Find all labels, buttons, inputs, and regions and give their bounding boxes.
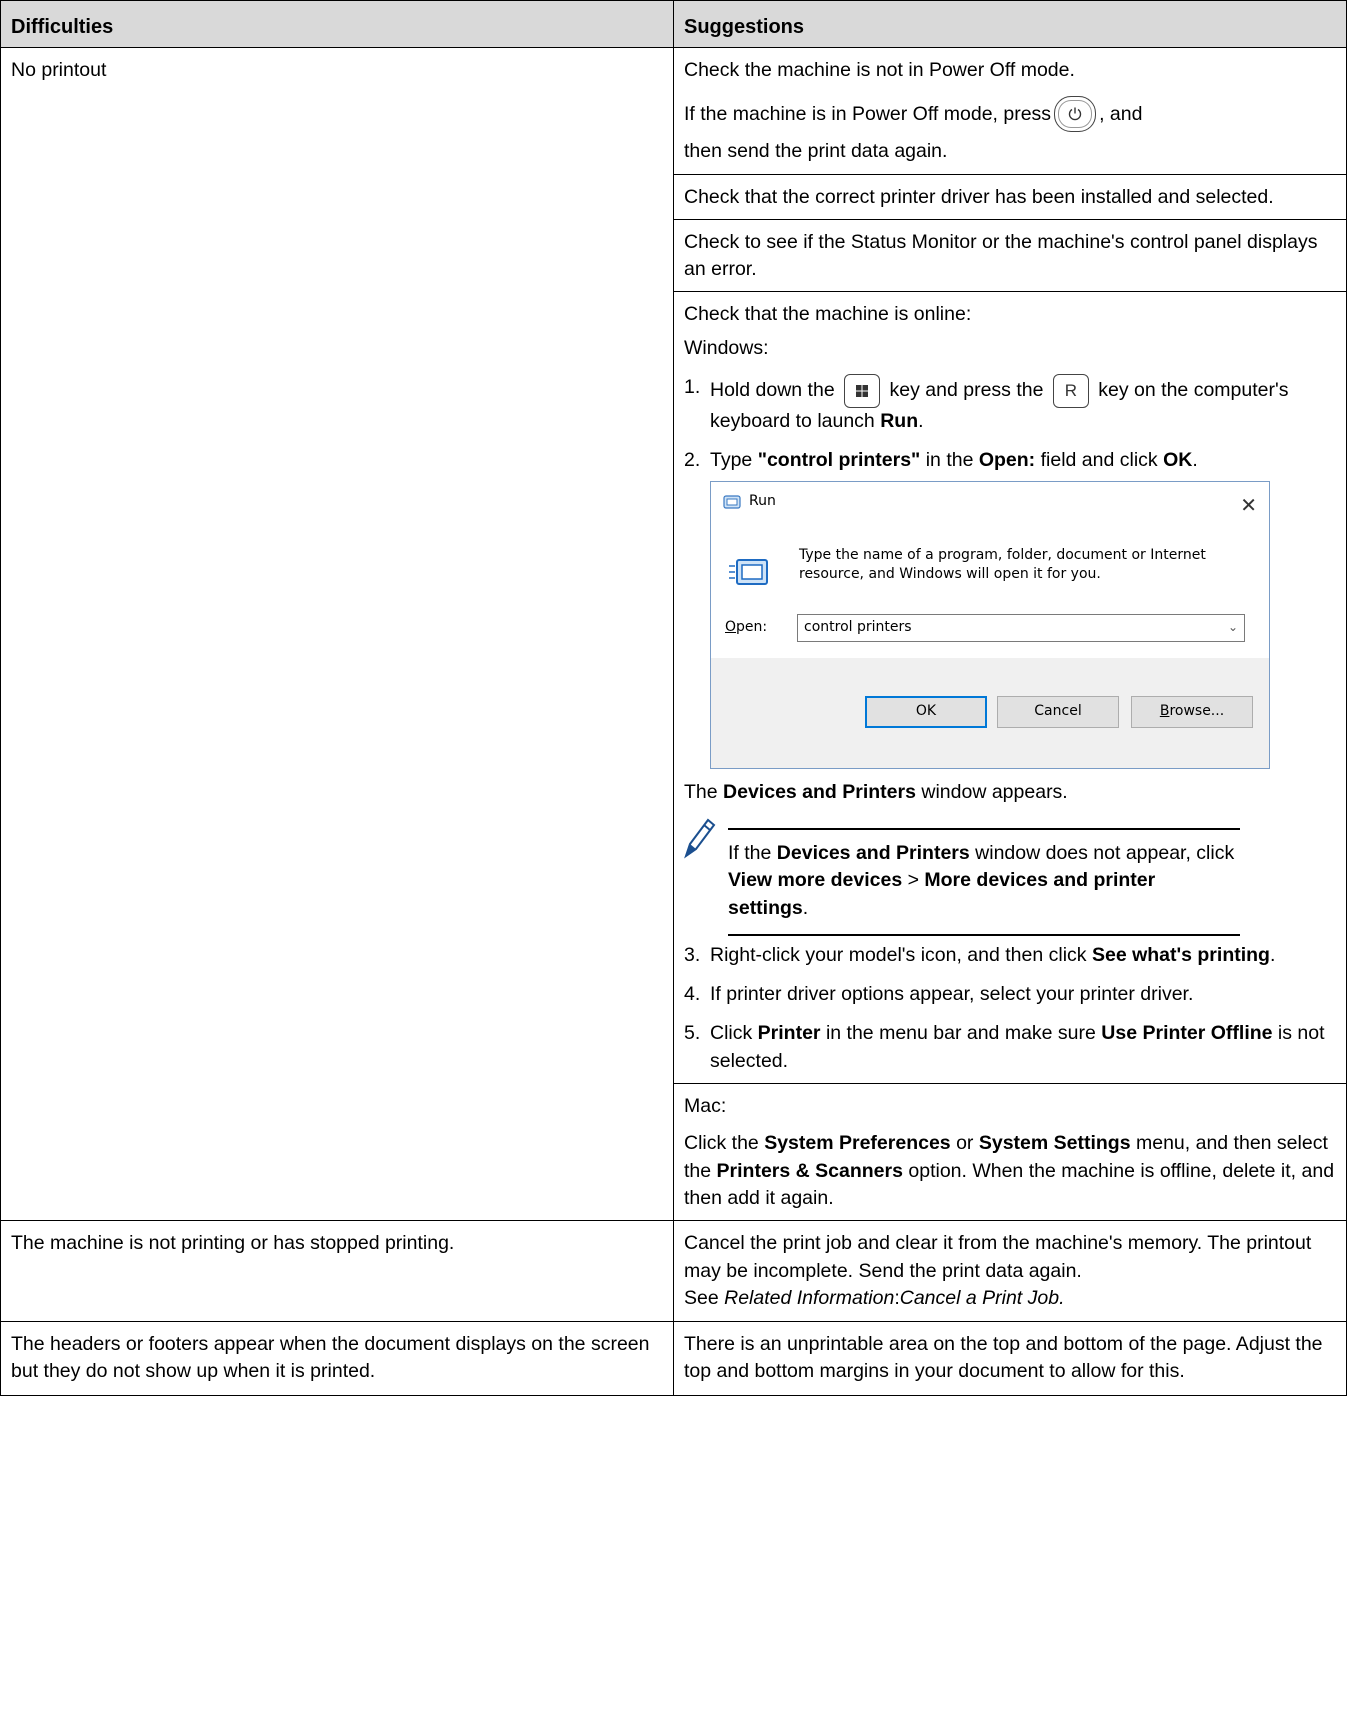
- table-row: The machine is not printing or has stopp…: [0, 1220, 1347, 1323]
- after-run-text: The Devices and Printers window appears.: [684, 780, 1068, 803]
- suggestion-text: Check the machine is not in Power Off mo…: [684, 59, 1075, 81]
- table-row: The headers or footers appear when the d…: [0, 1321, 1347, 1396]
- troubleshooting-table: Difficulties Suggestions No printout Che…: [0, 0, 1347, 1396]
- list-item: 1. Hold down the key and press the R key…: [684, 374, 1289, 433]
- suggestion-cell: Cancel the print job and clear it from t…: [673, 1220, 1347, 1323]
- suggestion-text: then send the print data again.: [684, 140, 948, 163]
- related-link[interactable]: Cancel a Print Job.: [900, 1287, 1065, 1309]
- difficulty-cell: The headers or footers appear when the d…: [0, 1321, 674, 1396]
- mac-instructions: Click the System Preferences or System S…: [684, 1132, 1335, 1209]
- windows-key-icon: [844, 374, 881, 409]
- list-item: 3. Right-click your model's icon, and th…: [684, 943, 1276, 966]
- open-label: Open:: [725, 618, 768, 635]
- suggestions-cell: Check the machine is not in Power Off mo…: [673, 46, 1347, 1222]
- list-item: 5. Click Printer in the menu bar and mak…: [684, 1022, 1325, 1072]
- power-button-icon: [1054, 96, 1097, 133]
- suggestion-status-monitor: Check to see if the Status Monitor or th…: [674, 220, 1346, 293]
- header-difficulties: Difficulties: [0, 0, 674, 48]
- open-field-value[interactable]: control printers: [804, 618, 912, 638]
- difficulty-cell: No printout: [0, 46, 674, 1222]
- header-suggestions: Suggestions: [673, 0, 1347, 48]
- run-dialog-title: Run: [749, 492, 776, 509]
- table-row: No printout Check the machine is not in …: [0, 46, 1347, 1222]
- related-info: See Related Information:Cancel a Print J…: [684, 1286, 1065, 1309]
- run-dialog-screenshot: Run ✕ Type the name of a program, folder: [710, 480, 1270, 769]
- cancel-button[interactable]: Cancel: [997, 695, 1119, 728]
- chevron-down-icon[interactable]: ⌄: [1228, 619, 1238, 636]
- run-dialog-footer: OK Cancel Browse...: [711, 657, 1269, 768]
- difficulty-cell: The machine is not printing or has stopp…: [0, 1220, 674, 1323]
- open-row: Open: control printers ⌄: [725, 613, 1245, 642]
- r-key-icon: R: [1052, 374, 1089, 409]
- suggestion-online: Check that the machine is online: Window…: [674, 292, 1346, 1085]
- list-item: 2. Type "control printers" in the Open: …: [684, 447, 1336, 936]
- ok-button[interactable]: OK: [865, 695, 987, 728]
- steps-list: 1. Hold down the key and press the R key…: [684, 374, 1336, 1075]
- run-dialog-titlebar: Run ✕: [711, 482, 1269, 522]
- table-header-row: Difficulties Suggestions: [0, 0, 1347, 48]
- browse-button[interactable]: Browse...: [1131, 695, 1253, 728]
- note-text: If the Devices and Printers window does …: [728, 827, 1240, 936]
- suggestion-power-off: Check the machine is not in Power Off mo…: [674, 48, 1346, 175]
- suggestion-text: If the machine is in Power Off mode, pre…: [684, 96, 1336, 133]
- suggestion-driver: Check that the correct printer driver ha…: [674, 175, 1346, 220]
- run-dialog-description: Type the name of a program, folder, docu…: [799, 546, 1206, 582]
- close-icon[interactable]: ✕: [1240, 491, 1257, 519]
- run-program-icon: [729, 558, 768, 585]
- open-combobox[interactable]: control printers ⌄: [797, 613, 1245, 642]
- run-window-icon: [723, 495, 741, 509]
- note-block: If the Devices and Printers window does …: [680, 816, 1336, 936]
- suggestion-mac: Mac: Click the System Preferences or Sys…: [674, 1084, 1346, 1220]
- suggestion-cell: There is an unprintable area on the top …: [673, 1321, 1347, 1396]
- list-item: 4. If printer driver options appear, sel…: [684, 983, 1194, 1006]
- pencil-note-icon: [680, 816, 728, 936]
